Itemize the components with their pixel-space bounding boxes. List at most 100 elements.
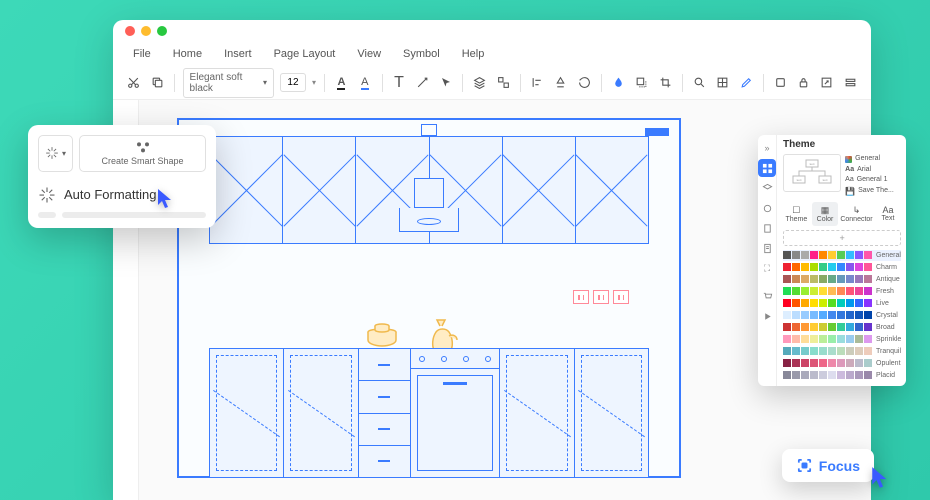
- palette-row-tranquil[interactable]: Tranquil: [783, 346, 901, 357]
- swatch: [864, 335, 872, 343]
- copy-icon[interactable]: [148, 72, 165, 94]
- swatch: [846, 371, 854, 379]
- maximize-dot[interactable]: [157, 26, 167, 36]
- settings-icon[interactable]: [772, 72, 789, 94]
- menu-help[interactable]: Help: [452, 45, 495, 63]
- swatch: [783, 335, 791, 343]
- palette-list: GeneralCharm Antique FreshLiveCrystal Broad…: [783, 250, 901, 381]
- palette-row-fresh[interactable]: Fresh: [783, 286, 901, 297]
- text-tool-icon[interactable]: T: [390, 72, 407, 94]
- swatch: [855, 299, 863, 307]
- swatch: [810, 323, 818, 331]
- swatch: [819, 323, 827, 331]
- connector-icon[interactable]: [414, 72, 431, 94]
- oven: [411, 349, 500, 477]
- strip-play[interactable]: [758, 307, 776, 325]
- strip-expand[interactable]: ⛶: [758, 259, 776, 277]
- swatch: [783, 359, 791, 367]
- swatch: [855, 251, 863, 259]
- palette-label: Antique: [876, 276, 901, 283]
- distribute-icon[interactable]: [552, 72, 569, 94]
- swatch: [828, 335, 836, 343]
- palette-label: Tranquil: [876, 348, 901, 355]
- preview-item-arial: Arial: [857, 165, 871, 176]
- swatch: [837, 299, 845, 307]
- swatch: [828, 275, 836, 283]
- palette-row-sprinkle[interactable]: Sprinkle: [783, 334, 901, 345]
- swatch: [819, 287, 827, 295]
- lower-cabinets: [209, 348, 649, 478]
- close-dot[interactable]: [125, 26, 135, 36]
- palette-label: Placid: [876, 372, 901, 379]
- crop-icon[interactable]: [656, 72, 673, 94]
- tab-color[interactable]: ▦Color: [812, 202, 839, 226]
- menu-symbol[interactable]: Symbol: [393, 45, 450, 63]
- menu-file[interactable]: File: [123, 45, 161, 63]
- palette-row-crystal[interactable]: Crystal: [783, 310, 901, 321]
- swatch: [828, 323, 836, 331]
- highlight-icon[interactable]: A: [356, 72, 373, 94]
- palette-row-antique[interactable]: Antique: [783, 274, 901, 285]
- lock-icon[interactable]: [795, 72, 812, 94]
- add-palette-button[interactable]: +: [783, 230, 901, 246]
- font-size-input[interactable]: [280, 73, 306, 92]
- progress-row: [38, 212, 206, 218]
- strip-grid[interactable]: [758, 159, 776, 177]
- palette-row-placid[interactable]: Placid: [783, 370, 901, 381]
- palette-row-charm[interactable]: Charm: [783, 262, 901, 273]
- palette-row-opulent[interactable]: Opulent: [783, 358, 901, 369]
- minimize-dot[interactable]: [141, 26, 151, 36]
- cut-icon[interactable]: [125, 72, 142, 94]
- shadow-icon[interactable]: [633, 72, 650, 94]
- pen-icon[interactable]: [737, 72, 754, 94]
- strip-gear[interactable]: [758, 199, 776, 217]
- menu-view[interactable]: View: [347, 45, 391, 63]
- select-icon[interactable]: [437, 72, 454, 94]
- swatch: [810, 275, 818, 283]
- swatch: [846, 347, 854, 355]
- swatch: [801, 299, 809, 307]
- export-icon[interactable]: [818, 72, 835, 94]
- search-icon[interactable]: [691, 72, 708, 94]
- sparkle-button[interactable]: ▾: [38, 135, 73, 172]
- menu-insert[interactable]: Insert: [214, 45, 262, 63]
- strip-cart[interactable]: [758, 287, 776, 305]
- swatch: [864, 287, 872, 295]
- tab-connector[interactable]: ↳Connector: [840, 202, 872, 226]
- palette-label: Broad: [876, 324, 901, 331]
- fill-icon[interactable]: [610, 72, 627, 94]
- rotate-icon[interactable]: [576, 72, 593, 94]
- palette-row-broad[interactable]: Broad: [783, 322, 901, 333]
- swatch: [855, 323, 863, 331]
- strip-page[interactable]: [758, 219, 776, 237]
- table-icon[interactable]: [714, 72, 731, 94]
- menu-home[interactable]: Home: [163, 45, 212, 63]
- strip-collapse[interactable]: »: [758, 139, 776, 157]
- swatch: [801, 371, 809, 379]
- tab-theme[interactable]: ☐Theme: [783, 202, 810, 226]
- swatch: [801, 323, 809, 331]
- theme-preview-diagram[interactable]: texttexttext: [783, 154, 841, 192]
- swatch: [855, 371, 863, 379]
- focus-button[interactable]: Focus: [782, 449, 874, 482]
- menu-page-layout[interactable]: Page Layout: [264, 45, 346, 63]
- swatch: [801, 263, 809, 271]
- strip-layers[interactable]: [758, 179, 776, 197]
- align-icon[interactable]: [529, 72, 546, 94]
- palette-row-live[interactable]: Live: [783, 298, 901, 309]
- swatch: [783, 371, 791, 379]
- font-color-icon[interactable]: A: [333, 72, 350, 94]
- swatch: [792, 359, 800, 367]
- palette-row-general[interactable]: General: [783, 250, 901, 261]
- layers-icon[interactable]: [471, 72, 488, 94]
- swatch: [783, 311, 791, 319]
- cursor-pointer-1: [156, 187, 178, 216]
- tab-text[interactable]: AaText: [875, 202, 902, 226]
- group-icon[interactable]: [495, 72, 512, 94]
- create-smart-shape-button[interactable]: Create Smart Shape: [79, 135, 206, 172]
- strip-doc[interactable]: [758, 239, 776, 257]
- more-icon[interactable]: [842, 72, 859, 94]
- swatch: [792, 347, 800, 355]
- font-select[interactable]: Elegant soft black▾: [183, 68, 274, 98]
- auto-formatting-row[interactable]: Auto Formatting: [38, 180, 206, 206]
